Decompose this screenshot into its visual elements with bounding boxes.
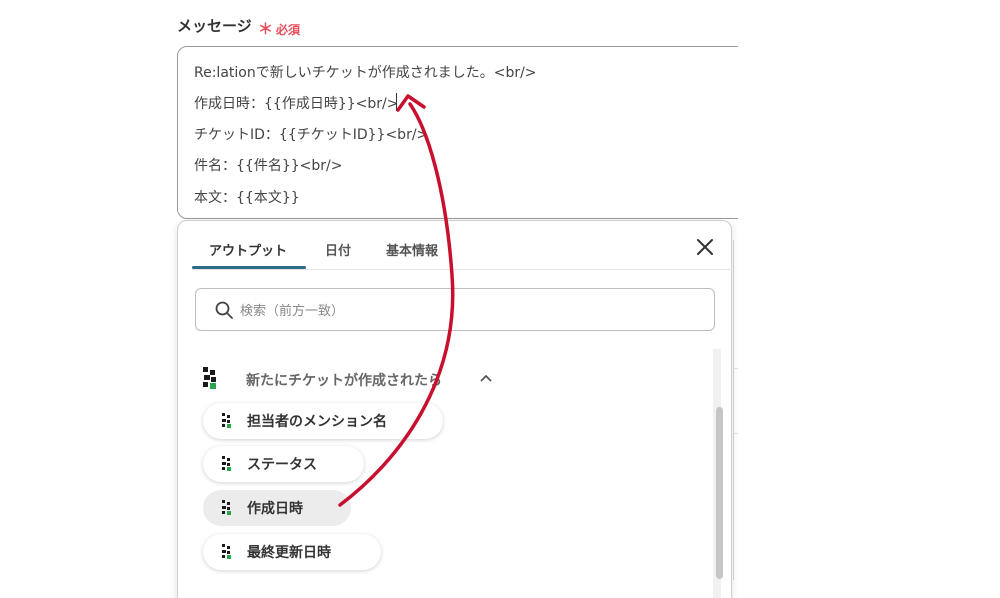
required-star: ＊ [258,20,274,38]
output-group-header[interactable]: 新たにチケットが作成されたら [202,366,502,392]
tab-date[interactable]: 日付 [325,240,351,259]
text-caret [396,93,397,111]
scrollbar-thumb[interactable] [716,407,723,579]
chip-label: 担当者のメンション名 [247,414,387,430]
output-chip-status[interactable]: ステータス [203,446,364,482]
close-button[interactable] [694,236,716,258]
output-chip-updated-at[interactable]: 最終更新日時 [203,534,381,570]
chip-label: 作成日時 [247,501,303,517]
message-line-5: 本文：{{本文}} [194,190,300,206]
message-line-2: 作成日時：{{作成日時}}<br/> [194,96,399,112]
tab-output[interactable]: アウトプット [209,240,287,259]
tab-basic-info[interactable]: 基本情報 [386,240,438,259]
search-box [195,288,715,331]
search-icon [215,301,233,319]
form-area: メッセージ ＊必須 Re:lationで新しいチケットが作成されました。<br/… [0,0,738,598]
chevron-up-icon [480,374,492,382]
background-rule [733,433,738,434]
background-divider [733,240,734,580]
variable-picker-panel: アウトプット 日付 基本情報 新たに [177,220,732,598]
group-title: 新たにチケットが作成されたら [246,373,442,389]
relation-logo-icon [222,456,231,471]
background-rule [733,368,738,369]
chip-label: ステータス [247,457,317,473]
relation-logo-icon [222,544,231,559]
close-icon [697,239,713,255]
output-chip-assignee-mention[interactable]: 担当者のメンション名 [203,403,443,439]
message-textarea[interactable]: Re:lationで新しいチケットが作成されました。<br/> 作成日時：{{作… [177,46,738,219]
relation-logo-icon [203,367,216,389]
required-text: 必須 [276,23,301,37]
search-input[interactable] [238,298,702,324]
message-field-label: メッセージ [177,17,252,35]
output-chip-created-at[interactable]: 作成日時 [203,490,351,526]
message-line-1: Re:lationで新しいチケットが作成されました。<br/> [194,65,537,81]
chip-label: 最終更新日時 [247,545,331,561]
required-badge: ＊必須 [258,18,300,39]
relation-logo-icon [222,500,231,515]
message-line-3: チケットID：{{チケットID}}<br/> [194,127,429,143]
tabs-divider [192,269,732,270]
relation-logo-icon [222,413,231,428]
message-line-4: 件名：{{件名}}<br/> [194,158,343,174]
